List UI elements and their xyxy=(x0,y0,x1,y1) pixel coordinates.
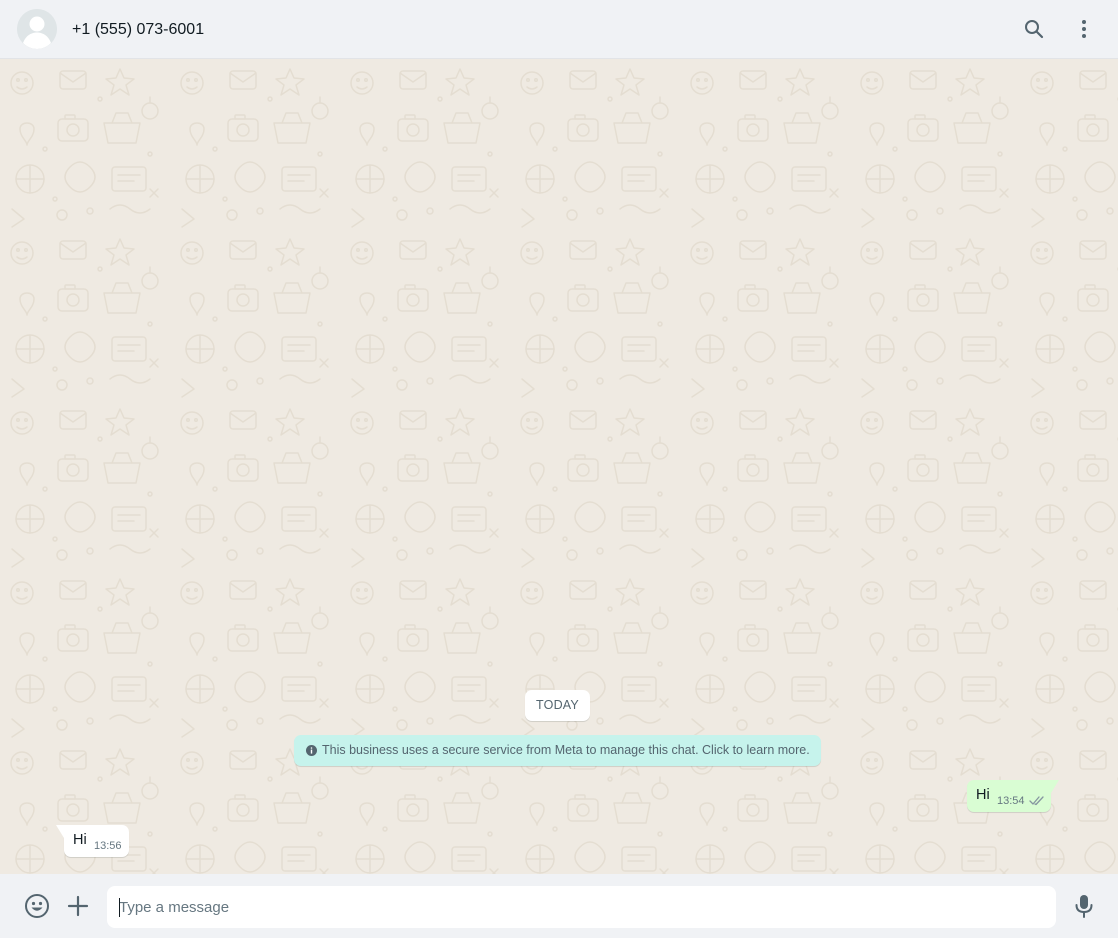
message-text: Hi xyxy=(976,787,990,803)
outgoing-message[interactable]: Hi 13:54 xyxy=(967,780,1059,812)
plus-icon[interactable] xyxy=(67,895,89,917)
emoji-icon[interactable] xyxy=(24,893,50,919)
text-caret xyxy=(119,898,120,917)
message-list[interactable]: TODAY This business uses a secure servic… xyxy=(0,59,1118,874)
avatar[interactable] xyxy=(17,9,57,49)
message-time: 13:56 xyxy=(94,840,122,852)
more-vertical-icon[interactable] xyxy=(1072,17,1096,41)
chat-header: +1 (555) 073-6001 xyxy=(0,0,1118,59)
whatsapp-chat-window: +1 (555) 073-6001 TODAY This business us… xyxy=(0,0,1118,938)
microphone-icon[interactable] xyxy=(1073,894,1095,918)
message-composer xyxy=(0,874,1118,938)
bubble-tail xyxy=(1051,780,1059,793)
meta-business-notice[interactable]: This business uses a secure service from… xyxy=(294,735,821,766)
info-icon xyxy=(306,745,317,756)
bubble-tail xyxy=(56,825,64,838)
message-input-container[interactable] xyxy=(107,886,1056,928)
message-text: Hi xyxy=(73,832,87,848)
read-receipt-icon xyxy=(1029,796,1044,806)
contact-name[interactable]: +1 (555) 073-6001 xyxy=(72,20,204,40)
date-divider: TODAY xyxy=(525,690,590,721)
search-icon[interactable] xyxy=(1022,17,1046,41)
default-user-avatar-icon xyxy=(17,9,57,49)
message-time: 13:54 xyxy=(997,795,1025,807)
message-input[interactable] xyxy=(119,886,1044,928)
notice-text: This business uses a secure service from… xyxy=(322,743,810,757)
incoming-message[interactable]: Hi 13:56 xyxy=(56,825,129,857)
